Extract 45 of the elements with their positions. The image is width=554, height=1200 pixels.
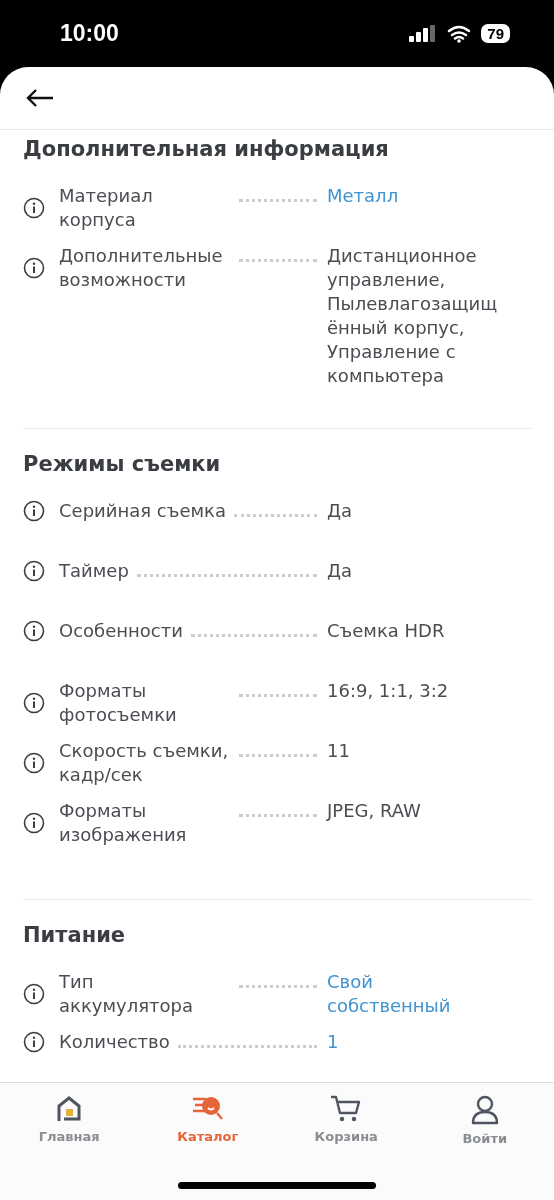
section-title: Дополнительная информация <box>23 136 390 163</box>
nav-tab[interactable]: Каталог <box>152 1095 263 1146</box>
spec-value: Съемка HDR <box>327 619 446 643</box>
spec-label: Скорость съемки, кадр/сек <box>59 739 230 787</box>
spec-value: Дистанционное управление, Пылевлагозащищённый корпус, Управление с компьютера <box>327 244 499 388</box>
cart-icon <box>330 1095 363 1123</box>
battery-level: 79 <box>481 24 510 43</box>
section-title: Режимы съемки <box>23 451 222 478</box>
spec-value-link[interactable]: 1 <box>327 1030 499 1054</box>
info-icon <box>23 620 45 642</box>
info-icon <box>23 560 45 582</box>
info-icon <box>23 257 45 279</box>
info-icon <box>23 692 45 714</box>
spec-value: Да <box>327 499 354 523</box>
nav-tab[interactable]: Войти <box>429 1095 540 1146</box>
spec-value: Да <box>327 559 354 583</box>
spec-label: Особенности <box>59 619 183 643</box>
info-icon <box>23 983 45 1005</box>
spec-label: Серийная съемка <box>59 499 226 523</box>
info-icon <box>23 752 45 774</box>
nav-tab[interactable]: Главная <box>14 1095 125 1146</box>
spec-label: Форматы фотосъемки <box>59 679 178 727</box>
home-icon <box>56 1095 83 1123</box>
spec-label: Дополнительные возможности <box>59 244 224 292</box>
wifi-icon <box>447 24 472 43</box>
spec-label: Количество <box>59 1030 170 1054</box>
user-icon <box>470 1095 499 1125</box>
spec-value-link[interactable]: Металл <box>327 184 499 208</box>
spec-label: Форматы изображения <box>59 799 188 847</box>
info-icon <box>23 500 45 522</box>
section-title: Питание <box>23 922 127 949</box>
spec-value-link[interactable]: Свой собственный <box>327 970 499 1018</box>
back-arrow-icon[interactable] <box>26 88 54 108</box>
status-time: 10:00 <box>60 20 119 47</box>
spec-label: Материал корпуса <box>59 184 154 232</box>
info-icon <box>23 197 45 219</box>
spec-label: Таймер <box>59 559 129 583</box>
spec-label: Тип аккумулятора <box>59 970 194 1018</box>
spec-value: 16:9, 1:1, 3:2 <box>327 679 450 703</box>
signal-icon <box>409 24 438 43</box>
spec-value: 11 <box>327 739 351 763</box>
info-icon <box>23 812 45 834</box>
info-icon <box>23 1031 45 1053</box>
spec-value: JPEG, RAW <box>327 799 422 823</box>
nav-tab[interactable]: Корзина <box>291 1095 402 1146</box>
